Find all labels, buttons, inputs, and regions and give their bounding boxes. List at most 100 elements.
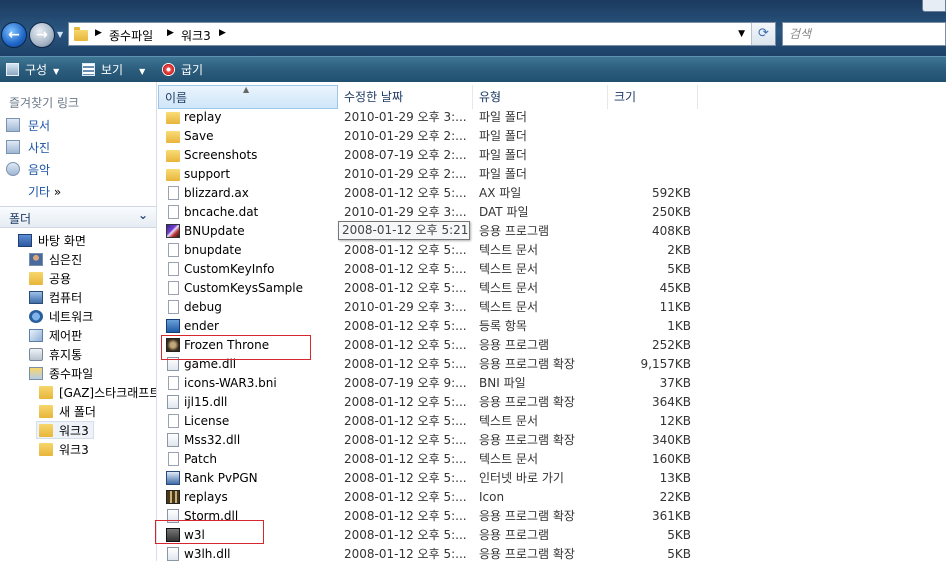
file-name-cell[interactable]: License — [166, 412, 336, 431]
file-row[interactable]: Patch 2008-01-12 오후 5:... 텍스트 문서 160KB — [158, 450, 698, 469]
file-name-cell[interactable]: icons-WAR3.bni — [166, 374, 336, 393]
column-header-date[interactable]: 수정한 날짜 — [338, 85, 473, 109]
chevron-right-icon[interactable]: ▶ — [219, 28, 226, 38]
tree-label: 공용 — [49, 272, 72, 286]
file-name-cell[interactable]: w3lh.dll — [166, 545, 336, 561]
file-name-cell[interactable]: Save — [166, 127, 336, 146]
tree-item-gaz-starcraft[interactable]: [GAZ]스타크래프트 — [39, 384, 156, 402]
file-name-cell[interactable]: Rank PvPGN — [166, 469, 336, 488]
chevron-down-icon[interactable]: ⌄ — [138, 208, 148, 222]
burn-button[interactable]: 굽기 — [162, 61, 203, 79]
folder-icon — [166, 150, 180, 162]
search-input[interactable] — [783, 23, 945, 45]
file-type: AX 파일 — [479, 186, 522, 200]
tree-item-control-panel[interactable]: 제어판 — [29, 327, 82, 345]
file-size: 13KB — [659, 471, 691, 485]
file-name-cell[interactable]: bnupdate — [166, 241, 336, 260]
file-type: 텍스트 문서 — [479, 414, 539, 428]
history-dropdown-icon[interactable]: ▼ — [57, 30, 63, 39]
path-box[interactable]: ▶ 종수파일 ▶ 워크3 ▶ ▼ ⟳ — [68, 22, 776, 46]
file-name-cell[interactable]: CustomKeyInfo — [166, 260, 336, 279]
tree-item-war3[interactable]: 워크3 — [39, 441, 89, 459]
folders-header[interactable]: 폴더 ⌄ — [0, 206, 156, 228]
column-label: 이름 — [165, 91, 188, 105]
file-name-cell[interactable]: ender — [166, 317, 336, 336]
window-control-button[interactable] — [922, 0, 946, 12]
back-button[interactable]: ← — [1, 22, 27, 48]
file-row[interactable]: ijl15.dll 2008-01-12 오후 5:... 응용 프로그램 확장 36… — [158, 393, 698, 412]
folder-icon — [166, 112, 180, 124]
more-links[interactable]: 기타 » — [28, 183, 61, 200]
tree-item-jongsu-files[interactable]: 종수파일 — [29, 365, 93, 383]
file-row[interactable]: ender 2008-01-12 오후 5:... 등록 항목 1KB — [158, 317, 698, 336]
column-header-size[interactable]: 크기 — [608, 85, 698, 109]
file-row[interactable]: support 2010-01-29 오후 2:... 파일 폴더 — [158, 165, 698, 184]
file-name-cell[interactable]: support — [166, 165, 336, 184]
breadcrumb-item[interactable]: 워크3 — [181, 27, 211, 44]
file-row[interactable]: License 2008-01-12 오후 5:... 텍스트 문서 12KB — [158, 412, 698, 431]
tree-item-recycle-bin[interactable]: 휴지통 — [29, 346, 82, 364]
file-row[interactable]: Mss32.dll 2008-01-12 오후 5:... 응용 프로그램 확장 34… — [158, 431, 698, 450]
column-header-row: 이름 ▲ 수정한 날짜 유형 크기 — [158, 85, 946, 109]
file-name-cell[interactable]: bncache.dat — [166, 203, 336, 222]
favorite-link-pictures[interactable]: 사진 — [6, 139, 50, 157]
column-header-name[interactable]: 이름 ▲ — [158, 85, 338, 109]
file-name-cell[interactable]: Patch — [166, 450, 336, 469]
breadcrumb-item[interactable]: 종수파일 — [109, 27, 153, 44]
file-name: Mss32.dll — [184, 433, 241, 447]
path-dropdown-icon[interactable]: ▼ — [738, 29, 745, 39]
file-name: blizzard.ax — [184, 186, 249, 200]
file-type: 파일 폴더 — [479, 148, 527, 162]
file-size: 37KB — [659, 376, 691, 390]
file-type: 텍스트 문서 — [479, 452, 539, 466]
file-row[interactable]: Rank PvPGN 2008-01-12 오후 5:... 인터넷 바로 가기 13… — [158, 469, 698, 488]
tree-item-network[interactable]: 네트워크 — [29, 308, 93, 326]
file-row[interactable]: bnupdate 2008-01-12 오후 5:... 텍스트 문서 2KB — [158, 241, 698, 260]
tree-item-computer[interactable]: 컴퓨터 — [29, 289, 82, 307]
file-name: replays — [184, 490, 228, 504]
favorite-link-music[interactable]: 음악 — [6, 161, 50, 179]
file-date: 2008-01-12 오후 5:... — [344, 319, 467, 333]
file-name-cell[interactable]: debug — [166, 298, 336, 317]
file-row[interactable]: Save 2010-01-29 오후 2:... 파일 폴더 — [158, 127, 698, 146]
file-row[interactable]: replay 2010-01-29 오후 3:... 파일 폴더 — [158, 108, 698, 127]
file-name-cell[interactable]: BNUpdate — [166, 222, 336, 241]
chevron-right-icon[interactable]: ▶ — [167, 28, 174, 38]
organize-button[interactable]: 구성 ▼ — [6, 61, 59, 79]
tree-item-desktop[interactable]: 바탕 화면 — [18, 232, 86, 250]
tree-item-public[interactable]: 공용 — [29, 270, 71, 288]
file-name: CustomKeysSample — [184, 281, 303, 295]
refresh-button[interactable]: ⟳ — [751, 23, 775, 45]
file-type: 응용 프로그램 확장 — [479, 433, 575, 447]
tree-item-new-folder[interactable]: 새 폴더 — [39, 403, 96, 421]
chevron-right-icon[interactable]: ▶ — [95, 28, 102, 38]
file-name-cell[interactable]: Mss32.dll — [166, 431, 336, 450]
column-label: 유형 — [479, 90, 502, 104]
file-row[interactable]: CustomKeyInfo 2008-01-12 오후 5:... 텍스트 문서 5K… — [158, 260, 698, 279]
file-type: Icon — [479, 490, 505, 504]
document-icon — [168, 414, 179, 428]
file-row[interactable]: bncache.dat 2010-01-29 오후 3:... DAT 파일 250K… — [158, 203, 698, 222]
view-button[interactable]: 보기 ▼ — [82, 61, 145, 79]
file-name-cell[interactable]: Screenshots — [166, 146, 336, 165]
file-row[interactable]: blizzard.ax 2008-01-12 오후 5:... AX 파일 592KB — [158, 184, 698, 203]
file-name-cell[interactable]: blizzard.ax — [166, 184, 336, 203]
tree-item-user[interactable]: 심은진 — [29, 251, 82, 269]
file-row[interactable]: replays 2008-01-12 오후 5:... Icon 22KB — [158, 488, 698, 507]
document-icon — [168, 376, 179, 390]
file-name-cell[interactable]: ijl15.dll — [166, 393, 336, 412]
file-row[interactable]: debug 2010-01-29 오후 3:... 텍스트 문서 11KB — [158, 298, 698, 317]
file-row[interactable]: icons-WAR3.bni 2008-07-19 오후 9:... BNI 파일 3… — [158, 374, 698, 393]
file-row[interactable]: Screenshots 2008-07-19 오후 2:... 파일 폴더 — [158, 146, 698, 165]
search-box[interactable] — [782, 22, 946, 46]
file-name-cell[interactable]: replays — [166, 488, 336, 507]
file-name-cell[interactable]: replay — [166, 108, 336, 127]
file-name-cell[interactable]: CustomKeysSample — [166, 279, 336, 298]
forward-button[interactable]: → — [29, 22, 55, 48]
tree-label: 바탕 화면 — [38, 234, 86, 248]
file-row[interactable]: CustomKeysSample 2008-01-12 오후 5:... 텍스트 문… — [158, 279, 698, 298]
favorite-link-documents[interactable]: 문서 — [6, 117, 50, 135]
file-row[interactable]: w3lh.dll 2008-01-12 오후 5:... 응용 프로그램 확장 5KB — [158, 545, 698, 561]
tree-item-war3-selected[interactable]: 워크3 — [36, 421, 94, 439]
column-header-type[interactable]: 유형 — [473, 85, 608, 109]
